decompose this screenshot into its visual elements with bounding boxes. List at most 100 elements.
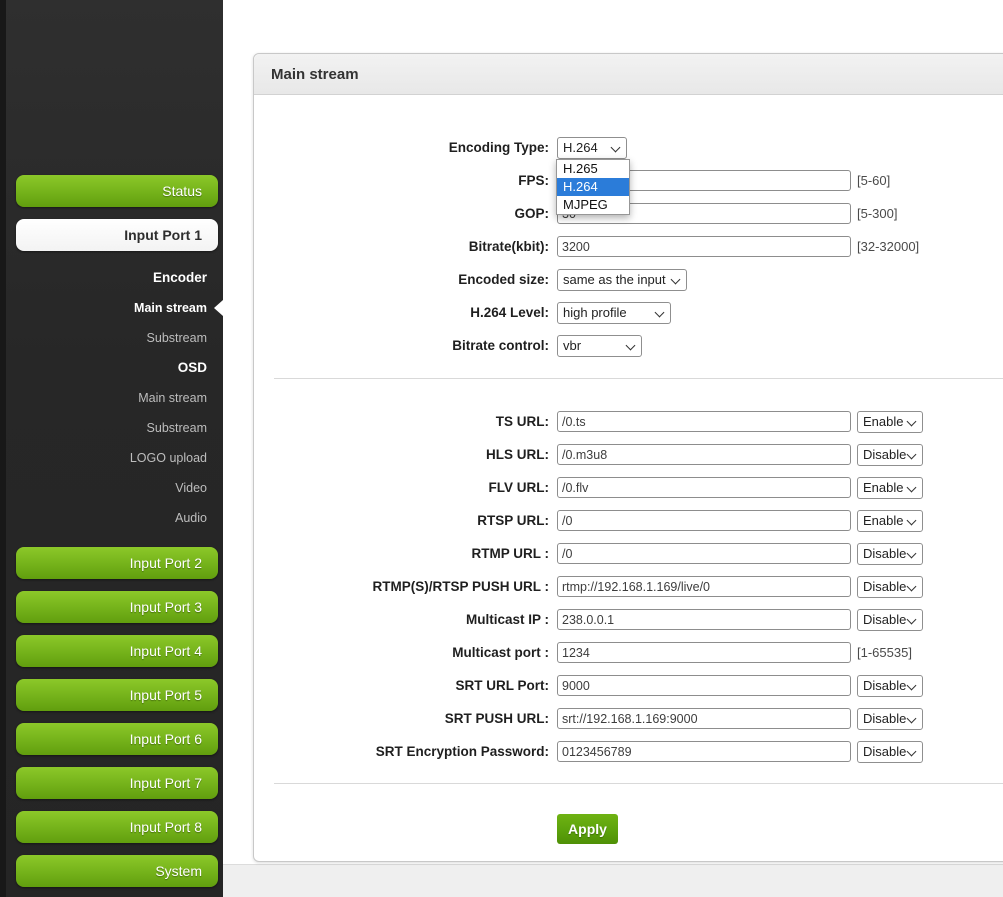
form-row-multicast-port: Multicast port : [1-65535] <box>254 636 1003 669</box>
ts-url-input[interactable] <box>557 411 851 432</box>
encoded-size-select[interactable]: same as the input <box>557 269 687 291</box>
sidebar-item-input-port-6[interactable]: Input Port 6 <box>16 723 218 755</box>
sidebar-item-osd[interactable]: OSD <box>0 353 223 383</box>
srt-push-url-toggle-select[interactable]: Disable <box>857 708 923 730</box>
form-row-hls-url: HLS URL: Disable <box>254 438 1003 471</box>
range-hint: [5-300] <box>857 206 897 221</box>
sidebar-item-input-port-7[interactable]: Input Port 7 <box>16 767 218 799</box>
sidebar-item-label: Encoder <box>153 270 207 285</box>
rtmp-url-toggle-select[interactable]: Disable <box>857 543 923 565</box>
sidebar-item-label: Input Port 6 <box>130 731 202 747</box>
dropdown-option-mjpeg[interactable]: MJPEG <box>557 196 629 214</box>
sidebar-item-input-port-3[interactable]: Input Port 3 <box>16 591 218 623</box>
sidebar-item-input-port-2[interactable]: Input Port 2 <box>16 547 218 579</box>
sidebar-item-input-port-5[interactable]: Input Port 5 <box>16 679 218 711</box>
form-row-h264-level: H.264 Level: high profile <box>254 296 1003 329</box>
sidebar-item-input-port-4[interactable]: Input Port 4 <box>16 635 218 667</box>
sidebar-item-label: Input Port 7 <box>130 775 202 791</box>
rtmp-rtsp-push-url-toggle-select[interactable]: Disable <box>857 576 923 598</box>
sidebar-item-input-port-8[interactable]: Input Port 8 <box>16 811 218 843</box>
field-label: FLV URL: <box>254 480 549 495</box>
range-hint: [5-60] <box>857 173 890 188</box>
range-hint: [1-65535] <box>857 645 912 660</box>
select-value: Disable <box>863 447 906 462</box>
sidebar-item-label: Video <box>175 481 207 495</box>
select-value: Disable <box>863 546 906 561</box>
sidebar-item-label: Input Port 2 <box>130 555 202 571</box>
sidebar-item-system[interactable]: System <box>16 855 218 887</box>
h264-level-select-wrap: high profile <box>557 302 671 324</box>
chevron-down-icon <box>907 713 917 723</box>
rtmp-url-input[interactable] <box>557 543 851 564</box>
sidebar-item-label: LOGO upload <box>130 451 207 465</box>
form-row-srt-push-url: SRT PUSH URL:Disable <box>254 702 1003 735</box>
encoding-type-select-wrap: H.264H.265H.264MJPEG <box>557 137 627 159</box>
srt-url-port-toggle-select[interactable]: Disable <box>857 675 923 697</box>
sidebar-item-input-port-1[interactable]: Input Port 1 <box>16 219 218 251</box>
flv-url-input[interactable] <box>557 477 851 498</box>
chevron-down-icon <box>907 680 917 690</box>
chevron-down-icon <box>907 581 917 591</box>
rtsp-url-input[interactable] <box>557 510 851 531</box>
bitrate-control-select-wrap: vbr <box>557 335 642 357</box>
encoding-type-dropdown-list: H.265H.264MJPEG <box>556 159 630 215</box>
sidebar-item-osd-main-stream[interactable]: Main stream <box>0 383 223 413</box>
sidebar-item-label: Input Port 5 <box>130 687 202 703</box>
multicast-ip-toggle-select[interactable]: Disable <box>857 609 923 631</box>
select-value: vbr <box>563 338 581 353</box>
rtsp-url-toggle-select[interactable]: Enable <box>857 510 923 532</box>
select-value: Disable <box>863 744 906 759</box>
bitrate-control-select[interactable]: vbr <box>557 335 642 357</box>
sidebar-item-logo-upload[interactable]: LOGO upload <box>0 443 223 473</box>
sidebar-item-osd-substream[interactable]: Substream <box>0 413 223 443</box>
ts-url-toggle-select[interactable]: Enable <box>857 411 923 433</box>
rtmp-rtsp-push-url-input[interactable] <box>557 576 851 597</box>
srt-url-port-input[interactable] <box>557 675 851 696</box>
hls-url-input[interactable] <box>557 444 851 465</box>
sidebar-item-video[interactable]: Video <box>0 473 223 503</box>
form-row-rtmp-rtsp-push-url: RTMP(S)/RTSP PUSH URL : Disable <box>254 570 1003 603</box>
select-value: Disable <box>863 579 906 594</box>
form-row-bitrate-control: Bitrate control:vbr <box>254 329 1003 362</box>
chevron-down-icon <box>611 142 621 152</box>
sidebar-item-status[interactable]: Status <box>16 175 218 207</box>
field-label: RTMP(S)/RTSP PUSH URL : <box>254 579 549 594</box>
sidebar-item-encoder[interactable]: Encoder <box>0 263 223 293</box>
encoder-settings-section: Encoding Type:H.264H.265H.264MJPEGFPS:[5… <box>254 131 1003 362</box>
chevron-down-icon <box>626 340 636 350</box>
form-row-encoded-size: Encoded size: same as the input <box>254 263 1003 296</box>
sidebar-item-encoder-main-stream[interactable]: Main stream <box>0 293 223 323</box>
sidebar-item-encoder-substream[interactable]: Substream <box>0 323 223 353</box>
bitrate-kbit-input[interactable] <box>557 236 851 257</box>
dropdown-option-h-264[interactable]: H.264 <box>557 178 629 196</box>
chevron-down-icon <box>671 274 681 284</box>
srt-push-url-input[interactable] <box>557 708 851 729</box>
form-row-rtmp-url: RTMP URL :Disable <box>254 537 1003 570</box>
srt-encryption-password-toggle-select[interactable]: Disable <box>857 741 923 763</box>
h264-level-select[interactable]: high profile <box>557 302 671 324</box>
hls-url-toggle-select[interactable]: Disable <box>857 444 923 466</box>
srt-encryption-password-input[interactable] <box>557 741 851 762</box>
active-item-arrow-icon <box>214 300 223 316</box>
flv-url-toggle-select[interactable]: Enable <box>857 477 923 499</box>
field-label: H.264 Level: <box>254 305 549 320</box>
multicast-ip-input[interactable] <box>557 609 851 630</box>
sidebar-item-label: Input Port 4 <box>130 643 202 659</box>
chevron-down-icon <box>907 482 917 492</box>
select-value: Disable <box>863 612 906 627</box>
sidebar-item-audio[interactable]: Audio <box>0 503 223 533</box>
field-label: Encoded size: <box>254 272 549 287</box>
field-label: Multicast port : <box>254 645 549 660</box>
section-divider <box>274 378 1003 379</box>
field-label: HLS URL: <box>254 447 549 462</box>
chevron-down-icon <box>907 548 917 558</box>
apply-button[interactable]: Apply <box>557 814 618 844</box>
form-row-bitrate-kbit: Bitrate(kbit):[32-32000] <box>254 230 1003 263</box>
field-label: SRT Encryption Password: <box>254 744 549 759</box>
encoding-type-select[interactable]: H.264 <box>557 137 627 159</box>
dropdown-option-h-265[interactable]: H.265 <box>557 160 629 178</box>
field-label: GOP: <box>254 206 549 221</box>
select-value: H.264 <box>563 140 598 155</box>
multicast-port-input[interactable] <box>557 642 851 663</box>
form-row-encoding-type: Encoding Type:H.264H.265H.264MJPEG <box>254 131 1003 164</box>
